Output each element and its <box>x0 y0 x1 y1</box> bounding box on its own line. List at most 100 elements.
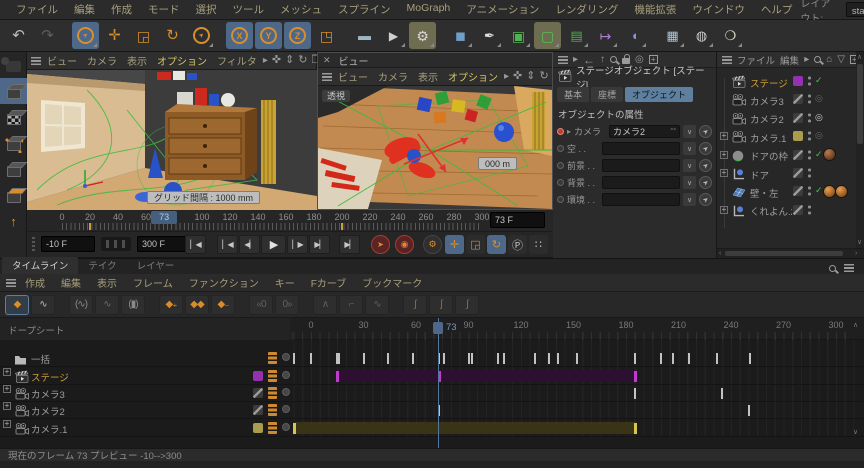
menu-icon[interactable] <box>722 56 732 64</box>
record-rotation-toggle[interactable]: ↻ <box>487 235 506 254</box>
object-tag[interactable] <box>793 113 803 123</box>
attribute-field[interactable] <box>602 176 680 189</box>
dolly-icon[interactable]: ⇕ <box>526 71 535 82</box>
keyframe-mark[interactable] <box>468 353 470 364</box>
viewport-menu-item[interactable]: オプション <box>443 69 503 84</box>
search-icon[interactable] <box>610 56 617 63</box>
home-icon[interactable]: ⌂ <box>826 55 832 65</box>
render-settings-button[interactable]: ⚙ <box>409 22 436 49</box>
menubar-item[interactable]: スプライン <box>330 2 399 17</box>
material-thumbnail[interactable] <box>835 185 848 198</box>
keyframe-columns-icon[interactable] <box>268 387 277 399</box>
orbit-icon[interactable]: ↻ <box>539 71 548 82</box>
add-keys-button[interactable]: ◆◆ <box>185 295 209 315</box>
menubar-item[interactable]: ファイル <box>8 2 66 17</box>
attribute-field[interactable] <box>602 142 680 155</box>
subdivision-surface-button[interactable]: ▣ <box>505 22 532 49</box>
prev-frame-button[interactable]: ◀▏ <box>239 235 260 254</box>
enable-dots[interactable] <box>807 204 812 216</box>
motion-mode-button[interactable]: (∿) <box>69 295 93 315</box>
expander-icon[interactable]: ▸ <box>567 127 571 136</box>
viewport-menu-item[interactable]: ビュー <box>42 53 82 68</box>
search-icon[interactable] <box>829 265 836 272</box>
object-row[interactable]: カメラ2◎ <box>717 109 855 127</box>
keyframe-mark[interactable] <box>749 353 751 364</box>
keyframe-mark[interactable] <box>634 371 637 382</box>
timeline-tab[interactable]: レイヤー <box>127 257 185 274</box>
attribute-field[interactable]: カメラ2°° <box>609 125 680 138</box>
step-interp-button[interactable]: ⌐ <box>339 295 363 315</box>
channel-dot[interactable] <box>557 128 564 135</box>
expander-icon[interactable]: + <box>3 368 11 376</box>
last-tool-button[interactable]: ➤ <box>188 22 215 49</box>
record-key-button[interactable]: ➤ <box>371 235 390 254</box>
move-tool[interactable]: ✛ <box>101 22 128 49</box>
goto-end-button[interactable]: ▶▏ <box>339 235 360 254</box>
volume-button[interactable]: ▤ <box>563 22 590 49</box>
enable-dots[interactable] <box>807 112 812 124</box>
playhead-marker[interactable] <box>433 322 443 334</box>
scroll-up-icon[interactable]: ∧ <box>857 53 862 61</box>
model-mode-button[interactable] <box>0 78 27 104</box>
region-tool-button[interactable]: (▮) <box>121 295 145 315</box>
search-icon[interactable] <box>814 56 821 63</box>
timeline-menu-item[interactable]: キー <box>268 275 302 290</box>
render-picture-viewer-button[interactable]: ▶ <box>380 22 407 49</box>
keyframe-mark[interactable] <box>412 353 414 364</box>
primitive-cube-button[interactable]: ◼ <box>447 22 474 49</box>
goto-start-button[interactable]: ▏◀ <box>185 235 206 254</box>
clip-mode-button[interactable]: ∿ <box>95 295 119 315</box>
keyframe-mark[interactable] <box>660 353 662 364</box>
animation-bar[interactable] <box>337 370 635 382</box>
layout-select[interactable]: stage (ユーザー) ∨ <box>846 2 864 17</box>
menu-icon[interactable] <box>31 57 41 65</box>
keyframe-mark[interactable] <box>293 353 295 364</box>
keyframe-mark[interactable] <box>748 405 750 416</box>
menubar-item[interactable]: アニメーション <box>458 2 547 17</box>
deformer-button[interactable]: ◖ <box>621 22 648 49</box>
generator-button[interactable]: ▢ <box>534 22 561 49</box>
scrollbar-thumb[interactable] <box>857 64 863 144</box>
expander-icon[interactable]: + <box>720 151 728 159</box>
y-axis-lock[interactable]: Y <box>255 22 282 49</box>
dropdown-icon[interactable]: ∨ <box>683 125 696 138</box>
viewport1-canvas[interactable] <box>27 70 317 210</box>
filter-icon[interactable]: ▽ <box>837 55 845 65</box>
orbit-icon[interactable]: ↻ <box>298 55 307 66</box>
expander-icon[interactable]: + <box>3 420 11 428</box>
z-axis-lock[interactable]: Z <box>284 22 311 49</box>
ease-in-button[interactable]: ʃ <box>403 295 427 315</box>
keyframe-mark[interactable] <box>338 353 340 364</box>
object-tag[interactable] <box>793 131 803 141</box>
animation-bar[interactable] <box>294 422 635 434</box>
dolly-icon[interactable]: ⇕ <box>285 55 294 66</box>
dropdown-icon[interactable]: ∨ <box>683 159 696 172</box>
keyframe-mark[interactable] <box>721 388 723 399</box>
keyframe-columns-icon[interactable] <box>268 404 277 416</box>
current-frame-field[interactable]: 73 F <box>490 212 545 228</box>
menubar-item[interactable]: レンダリング <box>547 2 626 17</box>
range-slider[interactable] <box>101 237 131 251</box>
dropdown-icon[interactable]: ∨ <box>683 142 696 155</box>
keyframe-mark[interactable] <box>363 353 365 364</box>
menu-icon[interactable] <box>322 73 332 81</box>
viewport-menu-item[interactable]: 表示 <box>413 69 443 84</box>
dropdown-icon[interactable]: ∨ <box>683 193 696 206</box>
track-state-dot[interactable] <box>282 405 290 413</box>
material-thumbnail[interactable] <box>823 148 836 161</box>
next-key-button[interactable]: ▶▏ <box>309 235 330 254</box>
autokey-button[interactable]: ◉ <box>395 235 414 254</box>
expander-icon[interactable]: + <box>720 169 728 177</box>
keyframe-columns-icon[interactable] <box>268 370 277 382</box>
powerslider[interactable]: 0204060100120140160180200220240260280300… <box>27 210 553 232</box>
scale-tool[interactable]: ◲ <box>130 22 157 49</box>
keyframe-mark[interactable] <box>576 353 578 364</box>
expander-icon[interactable]: + <box>3 402 11 410</box>
scroll-down-icon[interactable]: ∨ <box>853 428 858 436</box>
enable-dots[interactable] <box>807 167 812 179</box>
picker-icon[interactable]: ➤ <box>696 190 714 208</box>
keyframe-mark[interactable] <box>443 353 445 364</box>
keyframe-mark[interactable] <box>534 353 536 364</box>
object-tag[interactable] <box>793 168 803 178</box>
delete-key-button[interactable]: ◆₋ <box>211 295 235 315</box>
